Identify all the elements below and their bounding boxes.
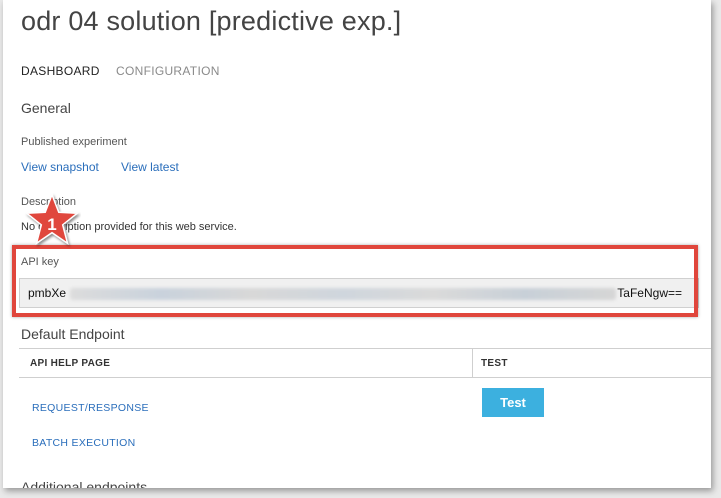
page-title: odr 04 solution [predictive exp.]	[21, 6, 402, 36]
api-key-highlight-box	[12, 245, 698, 317]
column-api-help-page: API HELP PAGE	[30, 358, 111, 369]
batch-execution-link[interactable]: BATCH EXECUTION	[32, 437, 135, 449]
view-latest-link[interactable]: View latest	[121, 160, 179, 174]
additional-endpoints-heading: Additional endpoints	[21, 479, 148, 488]
tab-configuration[interactable]: CONFIGURATION	[116, 64, 220, 78]
view-snapshot-link[interactable]: View snapshot	[21, 160, 99, 174]
general-heading: General	[21, 100, 71, 116]
callout-number: 1	[47, 215, 57, 234]
column-divider	[472, 349, 473, 377]
tab-dashboard[interactable]: DASHBOARD	[21, 64, 100, 78]
web-service-dashboard: odr 04 solution [predictive exp.] DASHBO…	[3, 0, 711, 488]
column-test: TEST	[481, 358, 508, 369]
default-endpoint-heading: Default Endpoint	[21, 326, 125, 342]
test-button[interactable]: Test	[482, 388, 544, 417]
endpoint-table-header: API HELP PAGE TEST	[19, 348, 711, 378]
published-experiment-label: Published experiment	[21, 136, 127, 148]
request-response-link[interactable]: REQUEST/RESPONSE	[32, 402, 149, 414]
